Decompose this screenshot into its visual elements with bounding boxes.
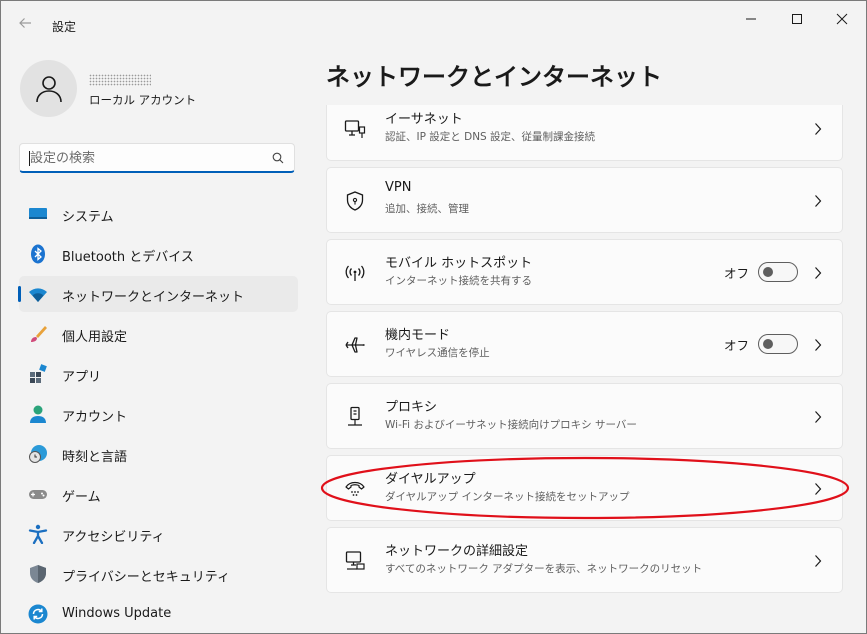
- sidebar-item-gaming[interactable]: ゲーム: [19, 476, 298, 512]
- sidebar-item-windows-update[interactable]: Windows Update: [19, 596, 298, 632]
- sidebar-item-label: ネットワークとインターネット: [62, 290, 245, 305]
- dialup-phone-icon: [345, 481, 365, 496]
- sidebar-item-time-language[interactable]: 時刻と言語: [19, 436, 298, 472]
- chevron-right-icon: [815, 339, 822, 351]
- card-subtitle: 認証、IP 設定と DNS 設定、従量制課金接続: [385, 131, 596, 143]
- account-type: ローカル アカウント: [89, 93, 197, 107]
- card-subtitle: すべてのネットワーク アダプターを表示、ネットワークのリセット: [385, 563, 703, 575]
- sidebar-item-system[interactable]: システム: [19, 196, 298, 232]
- airplane-icon: [345, 337, 365, 353]
- sidebar-item-label: Bluetooth とデバイス: [62, 250, 194, 265]
- card-title: ダイヤルアップ: [385, 472, 476, 487]
- card-mobile-hotspot[interactable]: モバイル ホットスポット インターネット接続を共有する オフ: [326, 239, 843, 305]
- card-title: モバイル ホットスポット: [385, 256, 533, 271]
- airplane-mode-toggle[interactable]: [758, 334, 798, 354]
- sidebar-item-accounts[interactable]: アカウント: [19, 396, 298, 432]
- card-vpn[interactable]: VPN 追加、接続、管理: [326, 167, 843, 233]
- person-icon: [30, 405, 46, 423]
- hotspot-icon: [345, 265, 365, 281]
- maximize-button[interactable]: [782, 9, 812, 29]
- app-title: 設定: [52, 20, 77, 34]
- wifi-icon: [29, 288, 47, 302]
- card-title: イーサネット: [385, 112, 463, 127]
- card-dialup[interactable]: ダイヤルアップ ダイヤルアップ インターネット接続をセットアップ: [326, 455, 843, 521]
- accessibility-icon: [28, 524, 48, 544]
- sidebar-item-label: 時刻と言語: [62, 450, 128, 465]
- chevron-right-icon: [815, 483, 822, 495]
- search-icon[interactable]: [272, 152, 284, 164]
- settings-window: 設定 ローカル アカウント システム Blu: [0, 0, 867, 634]
- sidebar-item-network[interactable]: ネットワークとインターネット: [18, 276, 298, 312]
- toggle-state-label: オフ: [724, 338, 750, 353]
- sidebar-item-label: システム: [62, 210, 114, 225]
- sidebar-item-apps[interactable]: アプリ: [19, 356, 298, 392]
- chevron-right-icon: [815, 123, 822, 135]
- card-subtitle: ダイヤルアップ インターネット接続をセットアップ: [385, 491, 630, 503]
- minimize-button[interactable]: [736, 9, 766, 29]
- brush-icon: [31, 326, 47, 342]
- back-arrow-icon[interactable]: [13, 13, 37, 37]
- card-ethernet[interactable]: イーサネット 認証、IP 設定と DNS 設定、従量制課金接続: [326, 105, 843, 161]
- sync-icon: [28, 604, 48, 624]
- active-indicator: [18, 286, 21, 302]
- chevron-right-icon: [815, 267, 822, 279]
- toggle-knob: [763, 267, 773, 277]
- sidebar-item-label: アカウント: [62, 410, 128, 425]
- card-subtitle: インターネット接続を共有する: [385, 275, 532, 287]
- card-advanced-network[interactable]: ネットワークの詳細設定 すべてのネットワーク アダプターを表示、ネットワークのリ…: [326, 527, 843, 593]
- card-title: プロキシ: [385, 400, 438, 415]
- sidebar-item-label: Windows Update: [62, 606, 172, 621]
- settings-list: イーサネット 認証、IP 設定と DNS 設定、従量制課金接続 VPN 追加、接…: [326, 105, 843, 601]
- sidebar-item-label: アクセシビリティ: [62, 530, 165, 545]
- profile-name-redacted: [89, 74, 151, 86]
- ethernet-icon: [344, 120, 366, 138]
- sidebar-item-personalization[interactable]: 個人用設定: [19, 316, 298, 352]
- toggle-state-label: オフ: [724, 266, 750, 281]
- sidebar-item-label: 個人用設定: [62, 330, 128, 345]
- card-title: ネットワークの詳細設定: [385, 544, 529, 559]
- search-box[interactable]: [19, 143, 295, 173]
- proxy-icon: [348, 406, 362, 426]
- hotspot-toggle[interactable]: [758, 262, 798, 282]
- gamepad-icon: [29, 490, 47, 499]
- close-button[interactable]: [827, 9, 857, 29]
- card-proxy[interactable]: プロキシ Wi-Fi およびイーサネット接続向けプロキシ サーバー: [326, 383, 843, 449]
- chevron-right-icon: [815, 195, 822, 207]
- card-subtitle: ワイヤレス通信を停止: [385, 347, 490, 359]
- card-title: VPN: [385, 180, 412, 195]
- toggle-knob: [763, 339, 773, 349]
- sidebar-item-bluetooth[interactable]: Bluetooth とデバイス: [19, 236, 298, 272]
- shield-icon: [30, 565, 46, 583]
- sidebar-item-privacy[interactable]: プライバシーとセキュリティ: [19, 556, 298, 592]
- globe-clock-icon: [29, 445, 47, 463]
- sidebar-nav: システム Bluetooth とデバイス ネットワークとインターネット 個人用設…: [18, 196, 298, 633]
- bluetooth-icon: [31, 244, 45, 264]
- system-icon: [29, 208, 47, 219]
- sidebar-item-label: ゲーム: [62, 490, 101, 505]
- sidebar-item-label: プライバシーとセキュリティ: [62, 570, 230, 585]
- network-pc-icon: [345, 551, 365, 570]
- chevron-right-icon: [815, 411, 822, 423]
- sidebar-item-label: アプリ: [62, 370, 102, 385]
- card-subtitle: 追加、接続、管理: [385, 203, 469, 215]
- avatar[interactable]: [20, 60, 77, 117]
- title-bar: 設定: [1, 1, 866, 49]
- page-title: ネットワークとインターネット: [326, 63, 662, 91]
- card-subtitle: Wi-Fi およびイーサネット接続向けプロキシ サーバー: [385, 419, 637, 431]
- chevron-right-icon: [815, 555, 822, 567]
- sidebar-item-accessibility[interactable]: アクセシビリティ: [19, 516, 298, 552]
- card-airplane-mode[interactable]: 機内モード ワイヤレス通信を停止 オフ: [326, 311, 843, 377]
- vpn-shield-icon: [346, 191, 364, 211]
- person-icon: [36, 76, 62, 103]
- search-input[interactable]: [30, 148, 270, 168]
- apps-icon: [30, 364, 47, 383]
- card-title: 機内モード: [385, 328, 451, 343]
